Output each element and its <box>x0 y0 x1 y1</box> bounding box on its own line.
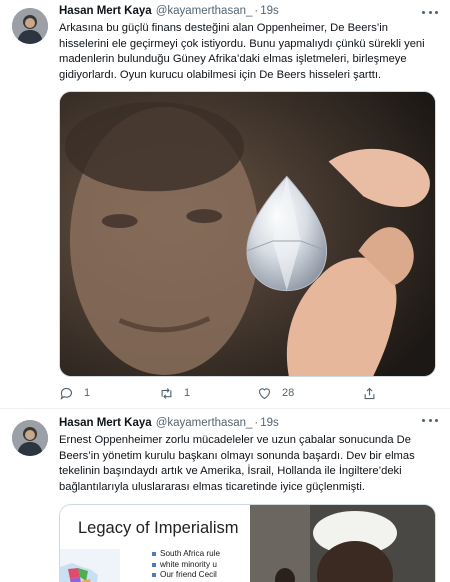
more-dots-icon[interactable] <box>422 6 438 18</box>
timestamp[interactable]: 19s <box>260 417 279 429</box>
reply-count: 1 <box>84 387 91 399</box>
tweet-header: Hasan Mert Kaya @kayamerthasan_ · 19s <box>59 2 279 20</box>
avatar[interactable] <box>12 420 48 456</box>
tweet-media[interactable]: Legacy of Imperialism South Africa rule … <box>59 504 436 582</box>
like-count: 28 <box>282 387 295 399</box>
author-handle[interactable]: @kayamerthasan_ <box>156 417 253 429</box>
reply-icon <box>60 387 73 400</box>
author-name[interactable]: Hasan Mert Kaya <box>59 417 152 429</box>
portrait-image[interactable] <box>250 505 435 582</box>
tweet-actions: 1 1 28 <box>59 384 436 402</box>
timestamp[interactable]: 19s <box>260 5 279 17</box>
retweet-count: 1 <box>184 387 191 399</box>
slide-image[interactable]: Legacy of Imperialism South Africa rule … <box>60 505 249 582</box>
tweet[interactable]: Hasan Mert Kaya @kayamerthasan_ · 19s Arkas… <box>0 0 450 408</box>
more-dots-icon[interactable] <box>422 414 438 426</box>
heart-icon <box>258 387 271 399</box>
retweet-button[interactable]: 1 <box>159 384 190 402</box>
slide-bullet: white minority u <box>152 560 249 571</box>
avatar[interactable] <box>12 8 48 44</box>
share-button[interactable] <box>362 384 377 402</box>
tweet-header: Hasan Mert Kaya @kayamerthasan_ · 19s <box>59 414 279 432</box>
tweet-text: Ernest Oppenheimer zorlu mücadeleler ve … <box>59 434 415 493</box>
separator: · <box>254 417 259 429</box>
tweet-text: Arkasına bu güçlü finans desteğini alan … <box>59 22 425 81</box>
slide-bullet: South Africa rule <box>152 549 249 560</box>
separator: · <box>254 5 259 17</box>
slide-bullet: Our friend Cecil <box>152 570 249 581</box>
like-button[interactable]: 28 <box>257 384 294 402</box>
author-handle[interactable]: @kayamerthasan_ <box>156 5 253 17</box>
author-name[interactable]: Hasan Mert Kaya <box>59 5 152 17</box>
tweet-image[interactable] <box>59 91 436 377</box>
reply-button[interactable]: 1 <box>59 384 90 402</box>
tweet[interactable]: Hasan Mert Kaya @kayamerthasan_ · 19s Ernes… <box>0 408 450 582</box>
slide-bullets: South Africa rule white minority u Our f… <box>152 549 249 581</box>
retweet-icon <box>161 387 172 399</box>
share-icon <box>364 387 375 399</box>
africa-map-image <box>60 549 120 582</box>
slide-title: Legacy of Imperialism <box>78 519 239 537</box>
